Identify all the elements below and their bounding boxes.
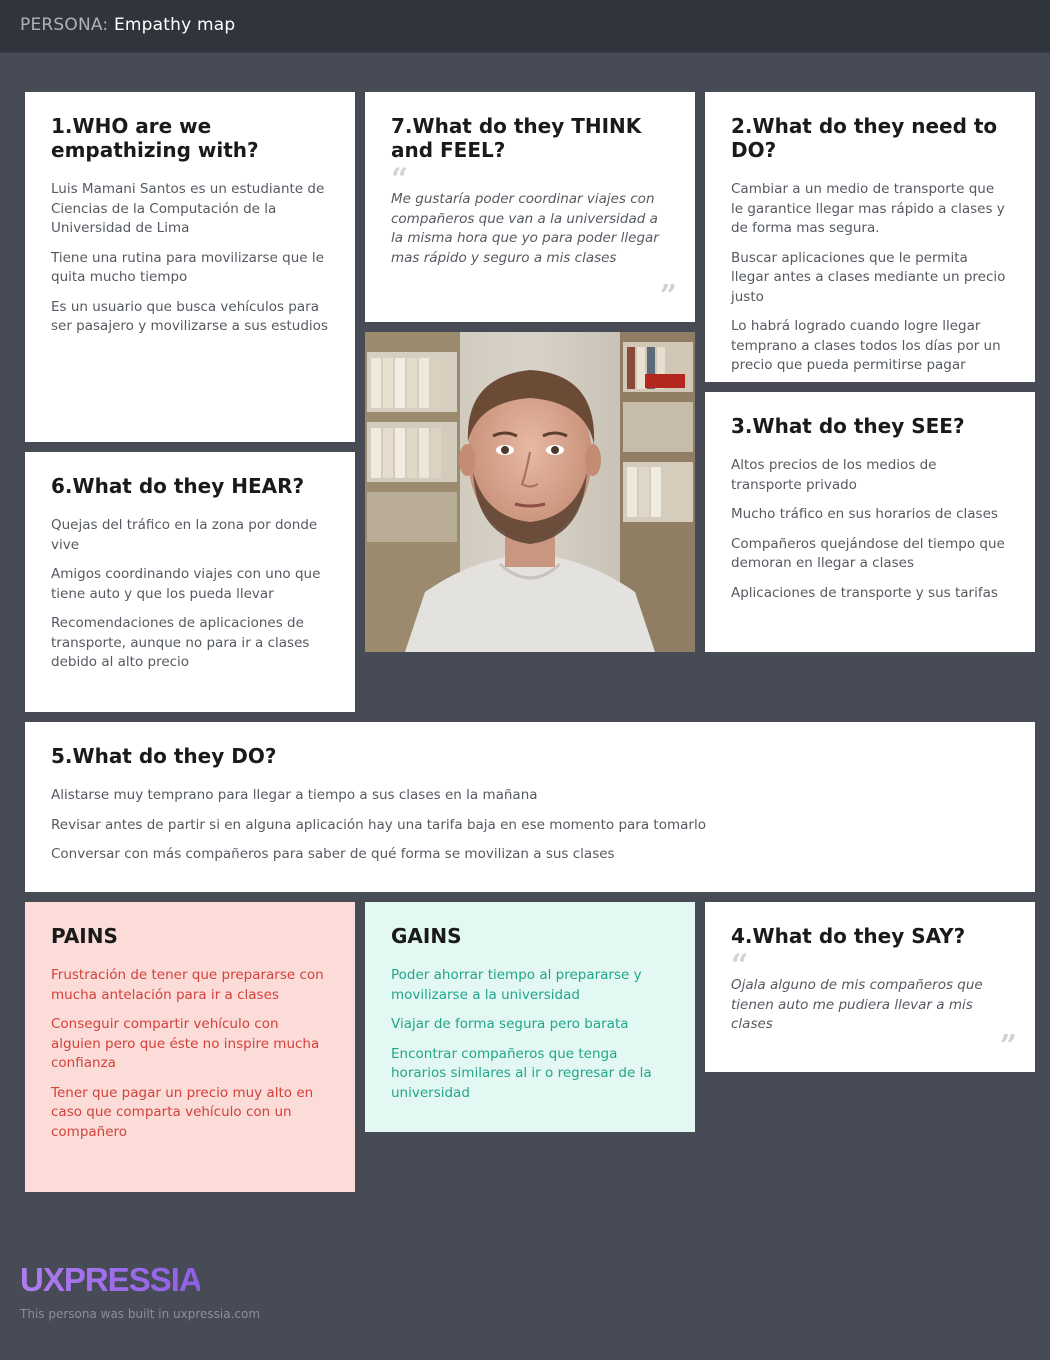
card-need-do-title: 2.What do they need to DO?: [731, 114, 998, 162]
list-item: Quejas del tráfico en la zona por donde …: [51, 517, 318, 553]
list-item: Conseguir compartir vehículo con alguien…: [51, 1016, 320, 1071]
uxpressia-logo[interactable]: UXPRESSIA: [20, 1260, 203, 1308]
card-gains-title: GAINS: [391, 924, 462, 948]
list-item: Revisar antes de partir si en alguna apl…: [51, 816, 706, 833]
card-gains: GAINS Poder ahorrar tiempo al prepararse…: [365, 902, 695, 1132]
card-do: 5.What do they DO? Alistarse muy tempran…: [25, 722, 1035, 892]
card-see: 3.What do they SEE? Altos precios de los…: [705, 392, 1035, 652]
logo-text: UXPRESSIA: [20, 1261, 200, 1298]
list-item: Alistarse muy temprano para llegar a tie…: [51, 787, 538, 803]
card-hear: 6.What do they HEAR? Quejas del tráfico …: [25, 452, 355, 712]
list-item: Aplicaciones de transporte y sus tarifas: [731, 584, 998, 601]
list-item: Viajar de forma segura pero barata: [391, 1016, 629, 1032]
list-item: Tener que pagar un precio muy alto en ca…: [51, 1084, 314, 1140]
list-item: Frustración de tener que prepararse con …: [51, 967, 324, 1003]
list-item: Compañeros quejándose del tiempo que dem…: [731, 535, 1005, 572]
card-think-feel-title: 7.What do they THINK and FEEL?: [391, 114, 642, 162]
card-hear-title: 6.What do they HEAR?: [51, 474, 305, 498]
list-item: Cambiar a un medio de transporte que le …: [731, 181, 1005, 236]
card-need-do-list: Cambiar a un medio de transporte que le …: [731, 180, 1009, 376]
footer-note: This persona was built in uxpressia.com: [20, 1307, 261, 1321]
card-hear-list: Quejas del tráfico en la zona por donde …: [51, 516, 329, 673]
persona-photo: [365, 332, 695, 652]
list-item: Encontrar compañeros que tenga horarios …: [391, 1045, 652, 1101]
list-item: Conversar con más compañeros para saber …: [51, 846, 615, 862]
card-think-feel: 7.What do they THINK and FEEL? “ Me gust…: [365, 92, 695, 322]
say-quote: Ojala alguno de mis compañeros que tiene…: [731, 977, 983, 1032]
list-item: Luis Mamani Santos es un estudiante de C…: [51, 181, 325, 236]
close-quote-icon: ”: [999, 1029, 1017, 1064]
open-quote-icon: “: [391, 162, 409, 197]
list-item: Tiene una rutina para movilizarse que le…: [51, 249, 324, 286]
card-who-list: Luis Mamani Santos es un estudiante de C…: [51, 180, 329, 337]
list-item: Es un usuario que busca vehículos para s…: [51, 298, 328, 335]
page-title-prefix: PERSONA:: [20, 15, 109, 35]
card-pains-title: PAINS: [51, 924, 118, 948]
think-feel-quote: Me gustaría poder coordinar viajes con c…: [391, 191, 659, 266]
open-quote-icon: “: [731, 948, 749, 983]
list-item: Altos precios de los medios de transport…: [731, 457, 937, 493]
page-title-text: Empathy map: [113, 15, 236, 35]
close-quote-icon: ”: [659, 279, 677, 314]
card-gains-list: Poder ahorrar tiempo al prepararse y mov…: [391, 966, 669, 1103]
card-say-title: 4.What do they SAY?: [731, 924, 966, 948]
list-item: Buscar aplicaciones que le permita llega…: [731, 249, 1006, 305]
card-see-list: Altos precios de los medios de transport…: [731, 456, 1009, 603]
persona-photo-illustration: [365, 332, 695, 652]
card-see-title: 3.What do they SEE?: [731, 414, 965, 438]
card-who-title: 1.WHO are we empathizing with?: [51, 114, 259, 162]
card-do-title: 5.What do they DO?: [51, 744, 277, 768]
top-bar: PERSONA: Empathy map: [0, 0, 1050, 53]
card-do-list: Alistarse muy temprano para llegar a tie…: [51, 786, 1009, 865]
card-say: 4.What do they SAY? “ Ojala alguno de mi…: [705, 902, 1035, 1072]
list-item: Poder ahorrar tiempo al prepararse y mov…: [391, 967, 642, 1003]
page-title: PERSONA: Empathy map: [20, 15, 235, 35]
list-item: Mucho tráfico en sus horarios de clases: [731, 506, 998, 522]
card-need-do: 2.What do they need to DO? Cambiar a un …: [705, 92, 1035, 382]
list-item: Lo habrá logrado cuando logre llegar tem…: [731, 318, 1001, 373]
list-item: Recomendaciones de aplicaciones de trans…: [51, 615, 310, 670]
card-who: 1.WHO are we empathizing with? Luis Mama…: [25, 92, 355, 442]
card-pains: PAINS Frustración de tener que preparars…: [25, 902, 355, 1192]
list-item: Amigos coordinando viajes con uno que ti…: [51, 566, 321, 602]
uxpressia-logo-wordmark: UXPRESSIA: [20, 1261, 203, 1298]
card-pains-list: Frustración de tener que prepararse con …: [51, 966, 329, 1142]
